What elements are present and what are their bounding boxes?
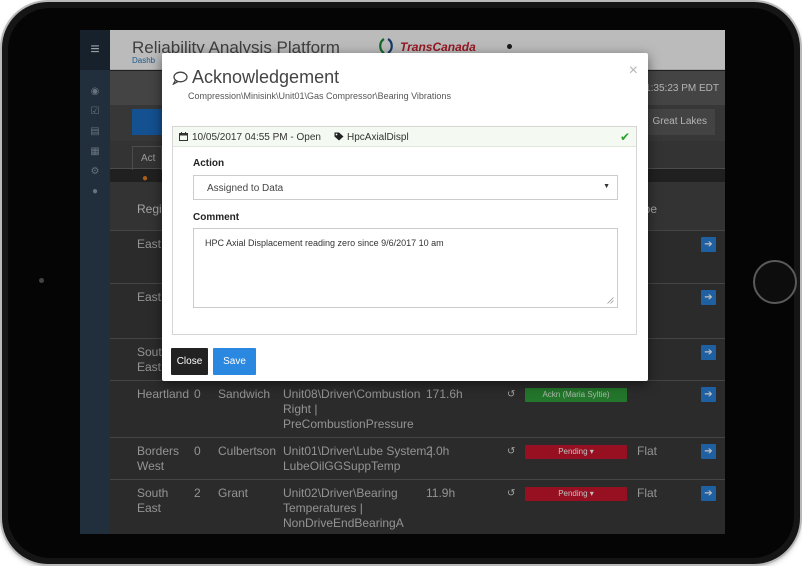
resize-handle-icon[interactable]: [607, 297, 614, 304]
modal-header: Acknowledgement: [172, 67, 339, 88]
acknowledgement-entry: 10/05/2017 04:55 PM - Open HpcAxialDispl…: [172, 126, 637, 335]
entry-tag: HpcAxialDispl: [347, 132, 409, 143]
comment-text: HPC Axial Displacement reading zero sinc…: [205, 238, 444, 248]
save-button[interactable]: Save: [213, 348, 256, 375]
calendar-icon: [179, 132, 188, 141]
close-button[interactable]: Close: [171, 348, 208, 375]
home-button[interactable]: [753, 260, 797, 304]
comment-label: Comment: [193, 212, 240, 223]
camera-icon: [39, 278, 44, 283]
entry-date: 10/05/2017 04:55 PM - Open: [192, 132, 321, 143]
action-select[interactable]: Assigned to Data ▼: [193, 175, 618, 200]
screen: ≡ ◉ ☑ ▤ ▦ ⚙ ● Reliability Analysis Platf…: [80, 30, 725, 534]
check-icon: ✔: [619, 130, 630, 144]
modal-title: Acknowledgement: [192, 67, 340, 87]
asset-path: Compression\Minisink\Unit01\Gas Compress…: [188, 91, 451, 101]
acknowledgement-modal: × Acknowledgement Compression\Minisink\U…: [162, 53, 648, 381]
entry-header: 10/05/2017 04:55 PM - Open HpcAxialDispl…: [173, 127, 636, 147]
caret-down-icon: ▼: [603, 183, 610, 190]
action-label: Action: [193, 158, 225, 169]
action-selected-value: Assigned to Data: [207, 183, 284, 194]
tag-icon: [334, 132, 344, 141]
close-icon[interactable]: ×: [629, 63, 638, 79]
comment-icon: [172, 71, 188, 85]
comment-textarea[interactable]: HPC Axial Displacement reading zero sinc…: [193, 228, 618, 308]
